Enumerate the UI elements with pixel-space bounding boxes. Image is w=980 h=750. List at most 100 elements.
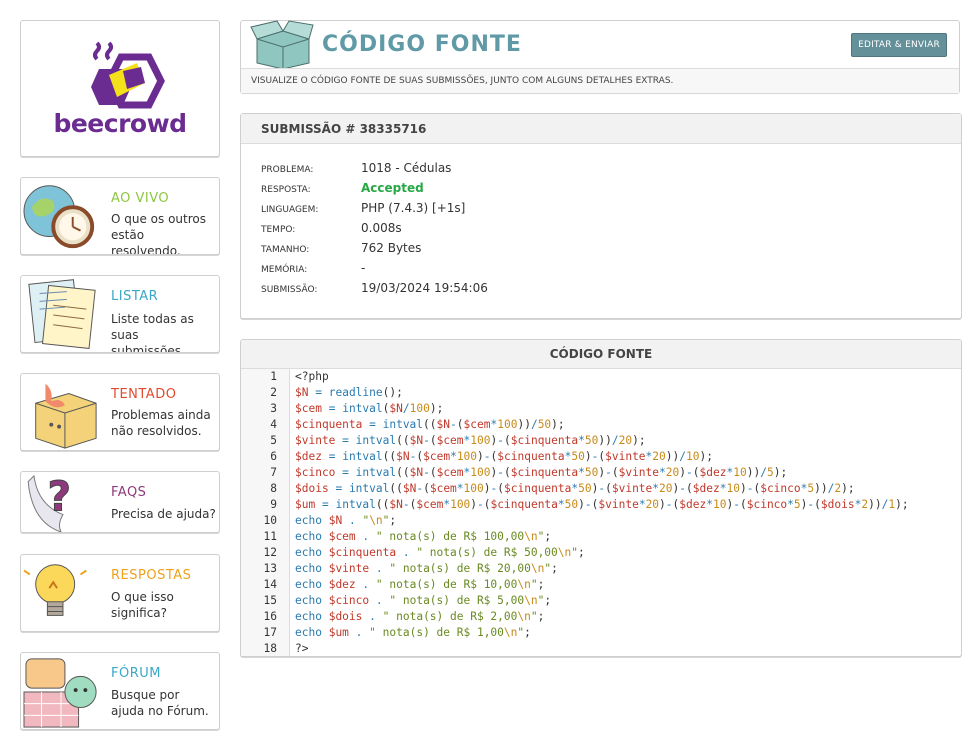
sidebar: beecrowd AO VIVO O que os outros estão r…: [20, 20, 220, 730]
sidebar-card-respostas[interactable]: RESPOSTAS O que isso significa?: [20, 554, 220, 632]
code-text: echo $um . " nota(s) de R$ 1,00\n";: [295, 626, 531, 639]
code-text: <?php: [295, 370, 329, 383]
code-text: ?>: [295, 642, 309, 655]
line-number: 2: [270, 386, 277, 399]
field-value: 762 Bytes: [361, 241, 422, 255]
forum-icon: [23, 658, 97, 728]
code-text: echo $dois . " nota(s) de R$ 2,00\n";: [295, 610, 545, 623]
code-line: 17 echo $um . " nota(s) de R$ 1,00\n";: [241, 625, 961, 641]
field-label: TAMANHO:: [261, 245, 310, 255]
line-number: 12: [263, 546, 277, 559]
sidebar-card-title: FAQS: [111, 485, 147, 500]
code-line: 14 echo $dez . " nota(s) de R$ 10,00\n";: [241, 577, 961, 593]
code-text: $cinquenta = intval(($N-($cem*100))/50);: [295, 418, 565, 431]
logo[interactable]: beecrowd: [20, 20, 220, 157]
line-number: 8: [270, 482, 277, 495]
code-line: 4 $cinquenta = intval(($N-($cem*100))/50)…: [241, 417, 961, 433]
sidebar-card-listar[interactable]: LISTAR Liste todas as suas submissões.: [20, 275, 220, 353]
globe-clock-icon: [23, 185, 95, 249]
code-line: 18 ?>: [241, 641, 961, 656]
field-label: MEMÓRIA:: [261, 265, 308, 275]
code-text: echo $N . "\n";: [295, 514, 397, 527]
line-number: 9: [270, 498, 277, 511]
sidebar-card-title: AO VIVO: [111, 191, 170, 206]
svg-text:?: ?: [47, 473, 71, 521]
edit-submit-button[interactable]: EDITAR & ENVIAR: [851, 33, 947, 57]
line-number: 1: [270, 370, 277, 383]
code-line: 9 $um = intval(($N-($cem*100)-($cinquenta…: [241, 497, 961, 513]
field-label: LINGUAGEM:: [261, 205, 319, 215]
code-line: 1 <?php: [241, 369, 961, 385]
line-number: 4: [270, 418, 277, 431]
field-label: TEMPO:: [261, 225, 296, 235]
line-number: 5: [270, 434, 277, 447]
field-value: 0.008s: [361, 221, 402, 235]
sidebar-card-forum[interactable]: FÓRUM Busque por ajuda no Fórum.: [20, 652, 220, 730]
sidebar-card-desc: O que isso significa?: [111, 590, 174, 620]
sidebar-card-title: TENTADO: [111, 387, 177, 402]
field-value[interactable]: 1018 - Cédulas: [361, 161, 451, 175]
code-line: 13 echo $vinte . " nota(s) de R$ 20,00\n"…: [241, 561, 961, 577]
code-editor[interactable]: 1 <?php 2 $N = readline(); 3 $cem = intval($N…: [241, 369, 961, 656]
sidebar-card-ao-vivo[interactable]: AO VIVO O que os outros estão resolvendo…: [20, 177, 220, 255]
line-number: 3: [270, 402, 277, 415]
submission-panel: SUBMISSÃO # 38335716 PROBLEMA: 1018 - Cé…: [240, 113, 962, 319]
sidebar-card-title: RESPOSTAS: [111, 568, 192, 583]
code-line: 10 echo $N . "\n";: [241, 513, 961, 529]
field-label: SUBMISSÃO:: [261, 285, 318, 295]
open-box-icon: [250, 20, 314, 69]
line-number: 6: [270, 450, 277, 463]
sidebar-card-title: LISTAR: [111, 289, 159, 304]
code-text: $cem = intval($N/100);: [295, 402, 444, 415]
papers-icon: [28, 279, 96, 349]
line-number: 7: [270, 466, 277, 479]
code-text: echo $cinquenta . " nota(s) de R$ 50,00\…: [295, 546, 585, 559]
code-line: 3 $cem = intval($N/100);: [241, 401, 961, 417]
code-line: 6 $dez = intval(($N-($cem*100)-($cinquent…: [241, 449, 961, 465]
line-number: 14: [263, 578, 277, 591]
source-code-panel: CÓDIGO FONTE 1 <?php 2 $N = readline(); 3 $ce…: [240, 339, 962, 657]
code-text: echo $cem . " nota(s) de R$ 100,00\n";: [295, 530, 552, 543]
code-text: $um = intval(($N-($cem*100)-($cinquenta*…: [295, 498, 909, 511]
bee-logo-icon: [91, 41, 165, 109]
page-subtitle: VISUALIZE O CÓDIGO FONTE DE SUAS SUBMISS…: [241, 68, 959, 93]
page-title: CÓDIGO FONTE: [322, 32, 522, 57]
line-number: 16: [263, 610, 277, 623]
code-text: echo $dez . " nota(s) de R$ 10,00\n";: [295, 578, 545, 591]
code-line: 12 echo $cinquenta . " nota(s) de R$ 50,0…: [241, 545, 961, 561]
lightbulb-icon: [23, 564, 87, 616]
field-value: 19/03/2024 19:54:06: [361, 281, 488, 295]
field-value: -: [361, 261, 366, 275]
code-text: $cinco = intval(($N-($cem*100)-($cinquen…: [295, 466, 788, 479]
code-text: $dez = intval(($N-($cem*100)-($cinquenta…: [295, 450, 714, 463]
field-label: RESPOSTA:: [261, 185, 311, 195]
code-line: 2 $N = readline();: [241, 385, 961, 401]
line-number: 18: [263, 642, 277, 655]
sidebar-card-desc: Problemas ainda não resolvidos.: [111, 408, 211, 438]
sidebar-card-tentado[interactable]: TENTADO Problemas ainda não resolvidos.: [20, 373, 220, 451]
code-line: 16 echo $dois . " nota(s) de R$ 2,00\n";: [241, 609, 961, 625]
code-line: 7 $cinco = intval(($N-($cem*100)-($cinque…: [241, 465, 961, 481]
sidebar-card-title: FÓRUM: [111, 666, 161, 681]
brand-name: beecrowd: [53, 109, 187, 138]
code-line: 5 $vinte = intval(($N-($cem*100)-($cinque…: [241, 433, 961, 449]
page-header: CÓDIGO FONTE EDITAR & ENVIAR VISUALIZE O…: [240, 20, 960, 93]
code-text: echo $vinte . " nota(s) de R$ 20,00\n";: [295, 562, 558, 575]
code-line: 11 echo $cem . " nota(s) de R$ 100,00\n";: [241, 529, 961, 545]
sidebar-card-faqs[interactable]: ? FAQS Precisa de ajuda?: [20, 471, 220, 533]
sidebar-card-desc: O que os outros estão resolvendo.: [111, 212, 207, 255]
line-number: 11: [263, 530, 277, 543]
box-icon: [35, 383, 97, 449]
code-text: $vinte = intval(($N-($cem*100)-($cinquen…: [295, 434, 646, 447]
code-line: 8 $dois = intval(($N-($cem*100)-($cinquen…: [241, 481, 961, 497]
code-text: echo $cinco . " nota(s) de R$ 5,00\n";: [295, 594, 552, 607]
field-label: PROBLEMA:: [261, 165, 314, 175]
code-line: 15 echo $cinco . " nota(s) de R$ 5,00\n";: [241, 593, 961, 609]
status-badge: Accepted: [361, 181, 424, 195]
line-number: 13: [263, 562, 277, 575]
sidebar-card-desc: Busque por ajuda no Fórum.: [111, 688, 209, 718]
sidebar-card-desc: Liste todas as suas submissões.: [111, 312, 194, 353]
line-number: 10: [263, 514, 277, 527]
question-icon: ?: [27, 472, 72, 532]
line-number: 15: [263, 594, 277, 607]
